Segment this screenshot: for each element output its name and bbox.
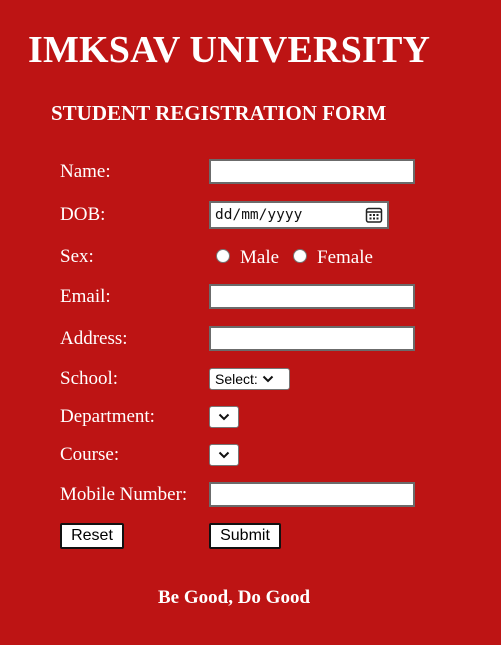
chevron-down-icon (218, 413, 230, 421)
school-select[interactable]: Select: (209, 368, 290, 390)
submit-button[interactable]: Submit (209, 523, 281, 549)
department-select[interactable] (209, 406, 239, 428)
dob-date-input[interactable]: dd/mm/yyyy (209, 201, 389, 229)
name-label: Name: (60, 161, 111, 182)
department-label: Department: (60, 406, 155, 427)
school-label: School: (60, 368, 119, 389)
address-input[interactable] (209, 326, 415, 351)
form-title: STUDENT REGISTRATION FORM (51, 101, 387, 125)
course-select[interactable] (209, 444, 239, 466)
name-input[interactable] (209, 159, 415, 184)
calendar-icon[interactable] (365, 206, 383, 224)
email-label: Email: (60, 286, 111, 307)
female-radio-label: Female (317, 247, 373, 268)
dob-label: DOB: (60, 204, 106, 225)
chevron-down-icon (218, 451, 230, 459)
mobile-number-label: Mobile Number: (60, 484, 188, 505)
course-label: Course: (60, 444, 120, 465)
school-select-value: Select: (215, 371, 258, 387)
female-radio[interactable] (293, 249, 307, 263)
mobile-number-input[interactable] (209, 482, 415, 507)
chevron-down-icon (262, 375, 274, 383)
address-label: Address: (60, 328, 128, 349)
footer-motto: Be Good, Do Good (158, 587, 311, 608)
dob-placeholder: dd/mm/yyyy (215, 207, 303, 223)
email-input[interactable] (209, 284, 415, 309)
male-radio[interactable] (216, 249, 230, 263)
reset-button[interactable]: Reset (60, 523, 124, 549)
sex-label: Sex: (60, 246, 94, 267)
university-title: IMKSAV UNIVERSITY (28, 29, 431, 71)
male-radio-label: Male (240, 247, 280, 268)
